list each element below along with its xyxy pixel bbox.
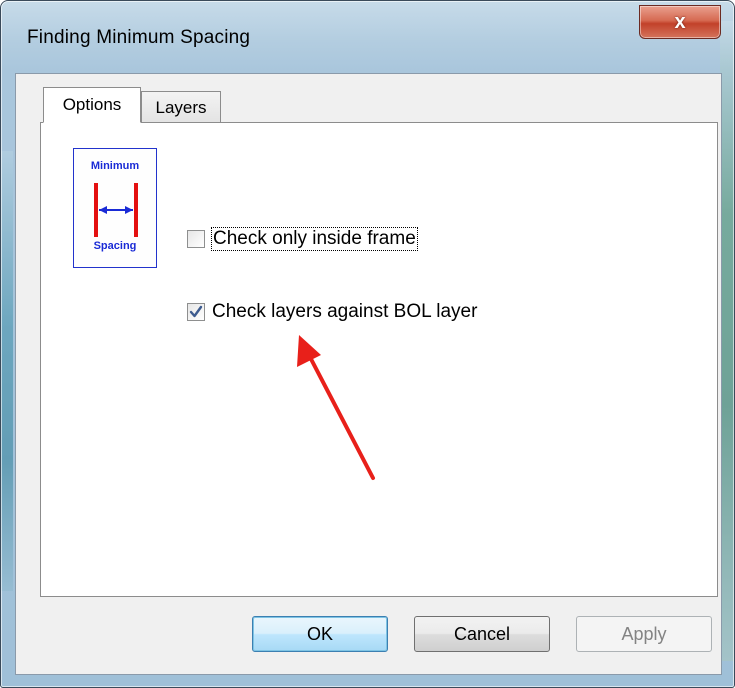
emblem-bottom-text: Spacing — [93, 240, 137, 252]
tab-options-label: Options — [62, 95, 122, 114]
dialog-window: Finding Minimum Spacing x Options Layers… — [0, 0, 735, 688]
checkmark-icon — [189, 305, 203, 318]
dialog-client-area: Options Layers Minimum Spacing Check onl… — [15, 73, 722, 675]
window-title: Finding Minimum Spacing — [27, 27, 251, 48]
minimum-spacing-icon: Minimum Spacing — [73, 148, 157, 268]
ok-button[interactable]: OK — [252, 616, 388, 652]
check-against-bol-label: Check layers against BOL layer — [212, 301, 478, 322]
apply-button[interactable]: Apply — [576, 616, 712, 652]
checkbox-inside-frame[interactable] — [187, 230, 205, 248]
check-inside-frame-label: Check only inside frame — [211, 227, 418, 251]
tab-layers[interactable]: Layers — [141, 91, 221, 123]
tab-layers-label: Layers — [155, 97, 207, 117]
options-panel: Minimum Spacing Check only inside frame … — [40, 122, 718, 597]
close-icon: x — [674, 10, 686, 33]
emblem-top-text: Minimum — [90, 160, 140, 172]
option-check-inside-frame[interactable]: Check only inside frame — [187, 227, 418, 251]
close-button[interactable]: x — [639, 5, 721, 39]
checkbox-against-bol[interactable] — [187, 303, 205, 321]
tab-options[interactable]: Options — [43, 87, 141, 123]
cancel-button[interactable]: Cancel — [414, 616, 550, 652]
option-check-against-bol[interactable]: Check layers against BOL layer — [187, 301, 478, 323]
